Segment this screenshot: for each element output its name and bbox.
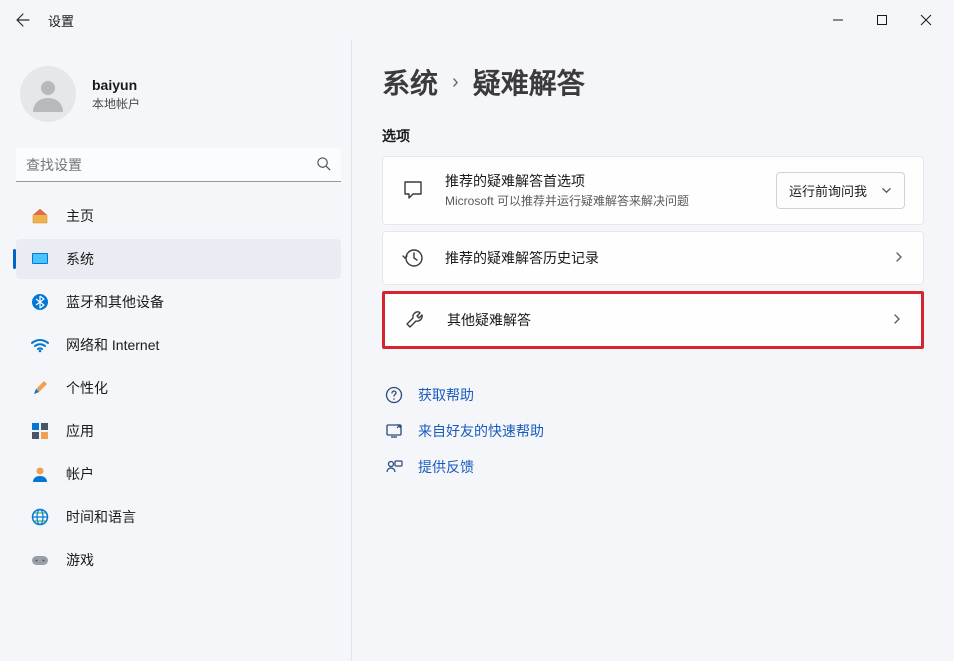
sidebar-item-label: 个性化 xyxy=(66,378,108,398)
user-icon xyxy=(28,74,68,114)
link-quick-assist: 来自好友的快速帮助 xyxy=(382,413,924,449)
wrench-icon xyxy=(403,308,427,332)
feedback-icon xyxy=(384,458,404,476)
quick-assist-icon xyxy=(384,422,404,440)
sidebar-item-label: 主页 xyxy=(66,206,94,226)
sidebar-item-system[interactable]: 系统 xyxy=(16,239,341,279)
card-title: 推荐的疑难解答首选项 xyxy=(445,171,756,191)
help-icon xyxy=(384,386,404,404)
breadcrumb-parent[interactable]: 系统 xyxy=(382,62,438,102)
avatar xyxy=(20,66,76,122)
chevron-right-icon xyxy=(893,250,905,266)
maximize-button[interactable] xyxy=(860,5,904,35)
link-feedback: 提供反馈 xyxy=(382,449,924,485)
card-history[interactable]: 推荐的疑难解答历史记录 xyxy=(382,231,924,285)
window-title: 设置 xyxy=(48,11,74,30)
breadcrumb: 系统 › 疑难解答 xyxy=(382,62,924,102)
minimize-button[interactable] xyxy=(816,5,860,35)
apps-icon xyxy=(30,421,50,441)
close-icon xyxy=(920,14,932,26)
sidebar-item-label: 帐户 xyxy=(66,464,94,484)
card-subtitle: Microsoft 可以推荐并运行疑难解答来解决问题 xyxy=(445,193,725,210)
search-wrap xyxy=(16,148,341,182)
sidebar-item-time-language[interactable]: 时间和语言 xyxy=(16,497,341,537)
system-icon xyxy=(30,249,50,269)
breadcrumb-current: 疑难解答 xyxy=(473,62,585,102)
sidebar-item-home[interactable]: 主页 xyxy=(16,196,341,236)
search-icon xyxy=(316,156,331,174)
sidebar-item-label: 应用 xyxy=(66,421,94,441)
accounts-icon xyxy=(30,464,50,484)
gaming-icon xyxy=(30,550,50,570)
sidebar-item-network[interactable]: 网络和 Internet xyxy=(16,325,341,365)
card-title: 其他疑难解答 xyxy=(447,310,871,330)
sidebar-item-label: 系统 xyxy=(66,249,94,269)
history-icon xyxy=(401,246,425,270)
sidebar-item-bluetooth[interactable]: 蓝牙和其他设备 xyxy=(16,282,341,322)
card-title: 推荐的疑难解答历史记录 xyxy=(445,248,873,268)
globe-icon xyxy=(30,507,50,527)
wifi-icon xyxy=(30,335,50,355)
link-text[interactable]: 获取帮助 xyxy=(418,385,474,405)
main-content: 系统 › 疑难解答 选项 推荐的疑难解答首选项 Microsoft 可以推荐并运… xyxy=(352,40,954,661)
related-links: 获取帮助 来自好友的快速帮助 提供反馈 xyxy=(382,377,924,485)
profile-subtitle: 本地帐户 xyxy=(92,95,140,112)
dropdown-label: 运行前询问我 xyxy=(789,181,867,200)
sidebar-item-label: 蓝牙和其他设备 xyxy=(66,292,164,312)
speech-bubble-icon xyxy=(401,178,425,202)
sidebar-item-accounts[interactable]: 帐户 xyxy=(16,454,341,494)
sidebar-item-personalization[interactable]: 个性化 xyxy=(16,368,341,408)
link-text[interactable]: 来自好友的快速帮助 xyxy=(418,421,544,441)
search-input[interactable] xyxy=(16,148,341,182)
link-text[interactable]: 提供反馈 xyxy=(418,457,474,477)
sidebar-item-label: 网络和 Internet xyxy=(66,335,159,355)
minimize-icon xyxy=(832,14,844,26)
arrow-left-icon xyxy=(15,12,31,28)
window-controls xyxy=(816,5,948,35)
chevron-down-icon xyxy=(881,185,892,196)
sidebar-item-gaming[interactable]: 游戏 xyxy=(16,540,341,580)
link-get-help: 获取帮助 xyxy=(382,377,924,413)
profile-name: baiyun xyxy=(92,77,140,93)
titlebar: 设置 xyxy=(0,0,954,40)
close-button[interactable] xyxy=(904,5,948,35)
card-other-troubleshooters[interactable]: 其他疑难解答 xyxy=(382,291,924,349)
sidebar-item-label: 游戏 xyxy=(66,550,94,570)
home-icon xyxy=(30,206,50,226)
bluetooth-icon xyxy=(30,292,50,312)
recommended-dropdown[interactable]: 运行前询问我 xyxy=(776,172,905,209)
sidebar-item-label: 时间和语言 xyxy=(66,507,136,527)
card-recommended-preferences: 推荐的疑难解答首选项 Microsoft 可以推荐并运行疑难解答来解决问题 运行… xyxy=(382,156,924,225)
sidebar-item-apps[interactable]: 应用 xyxy=(16,411,341,451)
profile-block[interactable]: baiyun 本地帐户 xyxy=(12,48,345,148)
maximize-icon xyxy=(876,14,888,26)
paintbrush-icon xyxy=(30,378,50,398)
section-options-label: 选项 xyxy=(382,126,924,146)
chevron-right-icon xyxy=(891,312,903,328)
chevron-right-icon: › xyxy=(452,71,459,94)
back-button[interactable] xyxy=(6,3,40,37)
sidebar: baiyun 本地帐户 主页 系统 蓝牙和其他设 xyxy=(0,40,352,661)
